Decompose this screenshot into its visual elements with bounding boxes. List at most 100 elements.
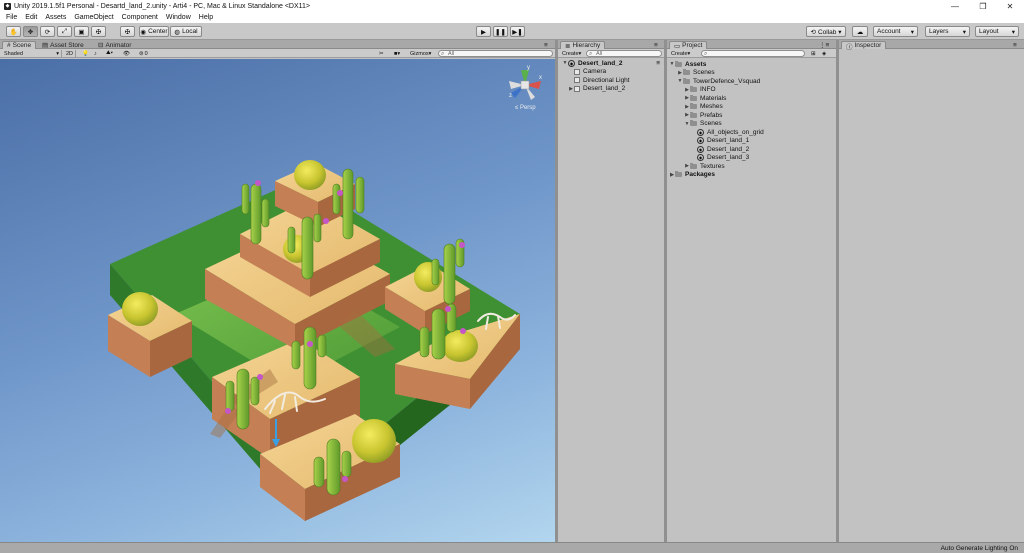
project-item-packages[interactable]: ▶ Packages	[669, 171, 715, 180]
folder-icon	[690, 86, 697, 93]
project-create-dropdown[interactable]: Create ▾	[669, 50, 692, 57]
hierarchy-item-camera[interactable]: Camera	[574, 68, 606, 77]
tab-animator[interactable]: ⊟ Animator	[94, 41, 135, 50]
panel-menu-icon[interactable]: ≡	[650, 41, 662, 49]
folder-icon	[690, 94, 697, 101]
panel-menu-icon[interactable]: ⋮≡	[815, 41, 833, 49]
camera-icon[interactable]: ■▾	[392, 50, 402, 57]
unity-scene-icon: ◆	[697, 128, 704, 136]
play-button[interactable]: ▶	[476, 26, 491, 37]
minimize-button[interactable]: —	[943, 0, 967, 12]
rect-tool-button[interactable]: ▣	[74, 26, 89, 37]
menu-assets[interactable]: Assets	[45, 14, 66, 21]
rotate-tool-button[interactable]: ⟳	[40, 26, 55, 37]
fx-toggle-icon[interactable]: ⛰▾	[104, 50, 115, 57]
gameobject-icon	[574, 68, 580, 75]
tab-inspector[interactable]: ⓘ Inspector	[841, 41, 887, 51]
unity-scene-icon: ◆	[697, 145, 704, 153]
scene-subtoolbar: Shaded ▾ 2D 💡 ♪ ⛰▾ 👁 ⊜ 0 ✂ ■▾ Gizmos ▾ ⌕ All	[0, 49, 555, 58]
project-item-prefabs[interactable]: ▶ Prefabs	[684, 111, 722, 120]
project-search-input[interactable]: ⌕	[701, 50, 805, 57]
collab-button[interactable]: ⟲ Collab ▾	[806, 26, 846, 37]
folder-icon	[690, 162, 697, 169]
project-item-desert-land-2[interactable]: ◆ Desert_land_2	[697, 145, 749, 154]
unity-scene-icon: ◆	[568, 59, 575, 67]
maximize-button[interactable]: ❐	[971, 0, 995, 12]
project-item-scenes-sub[interactable]: ▼ Scenes	[684, 120, 722, 129]
chevron-down-icon: ▾	[1011, 28, 1015, 36]
layers-icon: ⊜	[139, 50, 144, 57]
chevron-down-icon: ▾	[687, 50, 691, 57]
scale-tool-button[interactable]: ⤢	[57, 26, 72, 37]
orientation-gizmo[interactable]: y x z ≤ Persp	[505, 65, 545, 113]
tab-asset-store[interactable]: ▤ Asset Store	[38, 41, 88, 50]
project-panel: ▭ Project ⋮≡ Create ▾ ⌕ ⊞ ◈ ▼ Assets ▶ Scene…	[667, 40, 836, 542]
panel-menu-icon[interactable]: ≡	[1009, 41, 1021, 49]
hierarchy-create-dropdown[interactable]: Create ▾	[560, 50, 583, 57]
project-item-textures[interactable]: ▶ Textures	[684, 162, 725, 171]
project-item-assets[interactable]: ▼ Assets	[669, 60, 706, 69]
2d-toggle[interactable]: 2D	[64, 50, 77, 57]
project-item-all-objects-on-grid[interactable]: ◆ All_objects_on_grid	[697, 128, 764, 137]
gameobject-icon	[574, 85, 580, 92]
scene-visibility-icon[interactable]: 👁	[121, 50, 132, 57]
hierarchy-search-input[interactable]: ⌕ All	[586, 50, 662, 57]
pivot-local-button[interactable]: ◍ Local	[170, 26, 202, 37]
close-button[interactable]: ✕	[998, 0, 1022, 12]
project-item-meshes[interactable]: ▶ Meshes	[684, 103, 723, 112]
project-item-desert-land-1[interactable]: ◆ Desert_land_1	[697, 137, 749, 146]
project-item-materials[interactable]: ▶ Materials	[684, 94, 726, 103]
tab-scene[interactable]: # Scene	[2, 41, 37, 49]
hierarchy-item-directional-light[interactable]: Directional Light	[574, 76, 630, 85]
menu-edit[interactable]: Edit	[25, 14, 37, 21]
account-dropdown[interactable]: Account ▾	[873, 26, 918, 37]
menu-gameobject[interactable]: GameObject	[74, 14, 113, 21]
tab-project[interactable]: ▭ Project	[669, 41, 708, 50]
panel-menu-icon[interactable]: ≡	[540, 41, 552, 49]
chevron-down-icon: ▾	[428, 50, 432, 57]
effects-count[interactable]: ⊜ 0	[137, 50, 150, 57]
menu-component[interactable]: Component	[122, 14, 158, 21]
axis-y-label: y	[527, 65, 530, 71]
project-item-towerdefence[interactable]: ▼ TowerDefence_Vsquad	[677, 77, 760, 86]
lighting-toggle-icon[interactable]: 💡	[80, 50, 91, 57]
axis-z-label: z	[509, 93, 512, 99]
custom-tool-button[interactable]: ✠	[120, 26, 135, 37]
hand-tool-button[interactable]: ✋	[6, 26, 21, 37]
gizmos-dropdown[interactable]: Gizmos ▾	[408, 50, 433, 57]
menu-file[interactable]: File	[6, 14, 17, 21]
project-item-info[interactable]: ▶ INFO	[684, 86, 716, 95]
inspector-panel: ⓘ Inspector ≡	[839, 40, 1024, 542]
menu-window[interactable]: Window	[166, 14, 191, 21]
project-item-scenes[interactable]: ▶ Scenes	[677, 69, 715, 78]
filter-by-type-icon[interactable]: ⊞	[809, 50, 818, 57]
main-toolbar: ✋ ✥ ⟳ ⤢ ▣ ✠ ✠ ◉ Center ◍ Local ▶ ❚❚ ▶❚ ⟲ Co…	[0, 23, 1024, 40]
search-icon: ⌕	[704, 51, 708, 57]
filter-by-label-icon[interactable]: ◈	[820, 50, 828, 57]
unity-scene-icon: ◆	[697, 154, 704, 162]
shading-dropdown[interactable]: Shaded ▾	[2, 50, 62, 57]
pause-button[interactable]: ❚❚	[493, 26, 508, 37]
tools-icon[interactable]: ✂	[377, 50, 386, 57]
scene-viewport[interactable]: y x z ≤ Persp	[0, 59, 555, 542]
pivot-center-button[interactable]: ◉ Center	[139, 26, 169, 37]
move-tool-button[interactable]: ✥	[23, 26, 38, 37]
gameobject-icon	[574, 77, 580, 84]
inspector-tabbar: ⓘ Inspector ≡	[839, 40, 1024, 51]
persp-label[interactable]: ≤ Persp	[515, 105, 536, 111]
layers-dropdown[interactable]: Layers ▾	[925, 26, 970, 37]
hierarchy-tree: ▼ ◆ Desert_land_2 ≡ Camera Directional L…	[558, 59, 664, 542]
project-item-desert-land-3[interactable]: ◆ Desert_land_3	[697, 154, 749, 163]
scene-menu-icon[interactable]: ≡	[656, 60, 660, 67]
scene-root-row[interactable]: ▼ ◆ Desert_land_2 ≡	[562, 59, 662, 68]
step-button[interactable]: ▶❚	[510, 26, 525, 37]
transform-tool-button[interactable]: ✠	[91, 26, 106, 37]
layout-dropdown[interactable]: Layout ▾	[975, 26, 1019, 37]
audio-toggle-icon[interactable]: ♪	[92, 50, 99, 57]
hierarchy-item-desert-land[interactable]: ▶ Desert_land_2	[568, 85, 625, 94]
title-bar: ◆ Unity 2019.1.5f1 Personal - Desartd_la…	[0, 0, 1024, 12]
menu-help[interactable]: Help	[199, 14, 213, 21]
cloud-button[interactable]: ☁	[852, 26, 868, 37]
scene-search-input[interactable]: ⌕ All	[438, 50, 553, 57]
tab-hierarchy[interactable]: ≣ Hierarchy	[560, 41, 606, 50]
